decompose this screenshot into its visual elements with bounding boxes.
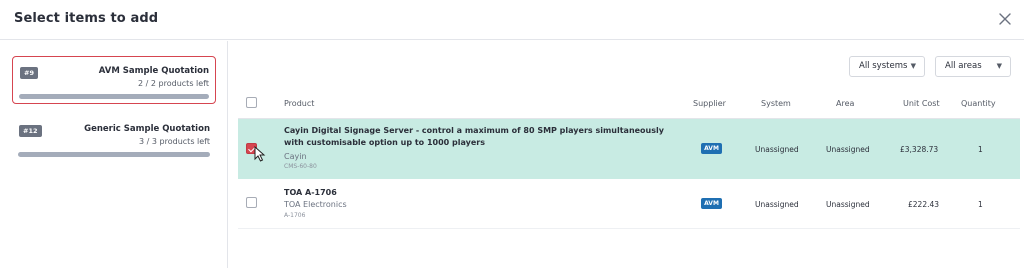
column-header-quantity: Quantity [961,99,996,108]
mouse-pointer-icon [254,146,266,162]
products-left-count: 3 / 3 products left [139,137,210,146]
products-progress-bar [19,94,209,99]
area-value: Unassigned [826,200,870,209]
table-header: Product Supplier System Area Unit Cost Q… [238,89,1020,119]
product-name: TOA A-1706 [284,188,337,197]
products-progress-bar [18,152,210,157]
unit-cost-value: £3,328.73 [900,145,939,154]
column-header-system: System [761,99,791,108]
quotation-name: AVM Sample Quotation [98,66,209,76]
quotation-card[interactable]: #12 Generic Sample Quotation 3 / 3 produ… [12,115,216,163]
unit-cost-value: £222.43 [908,200,940,209]
areas-filter-value: All areas [945,61,982,71]
caret-down-icon: ▼ [996,62,1002,70]
quotation-card-selected[interactable]: #9 AVM Sample Quotation 2 / 2 products l… [12,56,216,104]
caret-down-icon: ▼ [910,62,916,70]
product-brand: TOA Electronics [284,200,347,209]
area-value: Unassigned [826,145,870,154]
modal-header: Select items to add [0,0,1024,40]
system-value: Unassigned [755,200,799,209]
column-header-unit-cost: Unit Cost [903,99,940,108]
product-brand: Cayin [284,152,307,161]
product-name: Cayin Digital Signage Server - control a… [284,126,664,147]
supplier-badge: AVM [701,143,722,154]
quotation-id-badge: #9 [20,67,38,79]
items-panel: All systems ▼ All areas ▼ Product Suppli… [229,41,1024,268]
products-left-count: 2 / 2 products left [138,79,209,88]
column-header-product: Product [284,99,315,108]
quantity-value: 1 [978,145,983,154]
system-value: Unassigned [755,145,799,154]
product-code: A-1706 [284,212,306,219]
modal-title: Select items to add [14,11,159,26]
supplier-badge: AVM [701,198,722,209]
quotation-id-badge: #12 [19,125,42,137]
quantity-value: 1 [978,200,983,209]
table-row[interactable]: TOA A-1706 TOA Electronics A-1706 AVM Un… [238,179,1020,229]
quotation-sidebar: #9 AVM Sample Quotation 2 / 2 products l… [0,41,228,268]
column-header-area: Area [836,99,855,108]
quotation-name: Generic Sample Quotation [84,124,210,134]
close-button[interactable] [996,10,1014,28]
product-code: CMS-60-80 [284,163,317,170]
column-header-supplier: Supplier [693,99,726,108]
systems-filter-value: All systems [859,61,908,71]
select-all-checkbox[interactable] [246,97,257,108]
areas-filter-dropdown[interactable]: All areas ▼ [935,56,1011,77]
systems-filter-dropdown[interactable]: All systems ▼ [849,56,925,77]
table-row[interactable]: Cayin Digital Signage Server - control a… [238,119,1020,179]
close-icon [999,13,1011,25]
row-checkbox[interactable] [246,197,257,208]
